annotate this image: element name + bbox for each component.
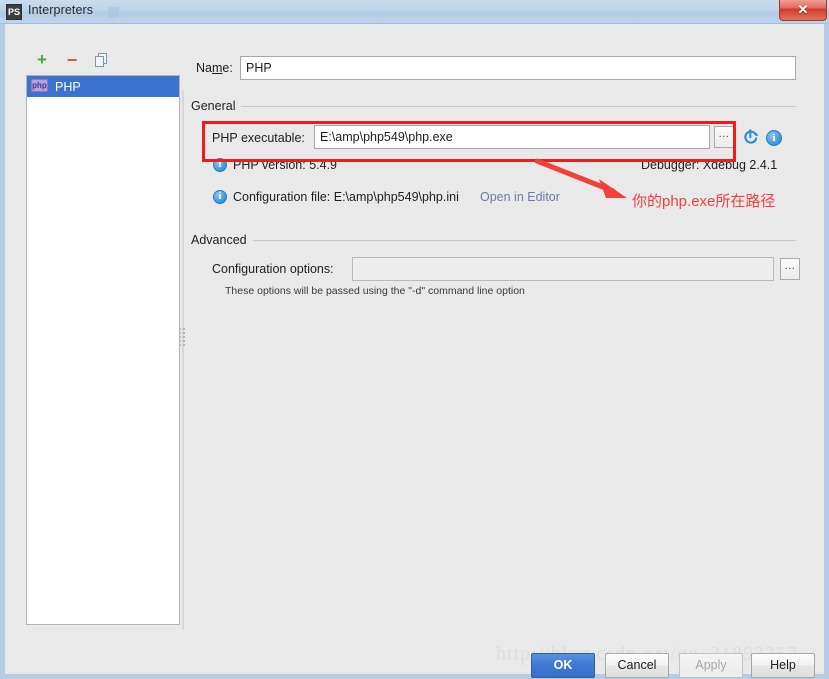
debugger-text: Debugger: Xdebug 2.4.1 [641,158,778,172]
advanced-section-title: Advanced [191,233,253,247]
close-icon[interactable]: ✕ [779,0,827,21]
advanced-section-rule [246,240,796,241]
configuration-options-input[interactable] [352,257,774,281]
help-button[interactable]: Help [751,653,815,678]
list-item-label: PHP [55,79,81,94]
splitter-grip[interactable] [179,328,187,350]
name-input[interactable]: PHP [240,56,796,80]
apply-button: Apply [679,653,743,678]
interpreters-dialog: PS Interpreters ✕ + − PHP php Name: PHP … [0,0,829,679]
interpreters-list[interactable]: PHP [26,75,180,625]
configuration-options-label: Configuration options: [212,262,334,276]
remove-interpreter-button[interactable]: − [62,50,82,70]
php-icon: php [31,79,48,92]
list-toolbar: + − [30,50,170,72]
general-section-rule [240,106,796,107]
php-executable-browse-button[interactable]: ... [714,126,734,148]
refresh-icon[interactable] [742,129,759,151]
configuration-options-browse-button[interactable]: ... [780,258,800,280]
panel-splitter[interactable] [182,90,184,630]
open-in-editor-link[interactable]: Open in Editor [480,190,560,204]
configuration-options-hint: These options will be passed using the "… [225,285,525,297]
list-item[interactable]: PHP [27,76,179,97]
window-title: Interpreters [28,3,94,17]
annotation-note: 你的php.exe所在路径 [632,193,776,210]
php-executable-label: PHP executable: [212,131,305,145]
config-file-info-icon: i [213,190,227,204]
php-version-text: PHP version: 5.4.9 [233,158,337,172]
title-bar: PS Interpreters ✕ [0,0,829,24]
phpstorm-icon: PS [6,4,22,20]
php-executable-input[interactable]: E:\amp\php549\php.exe [314,125,710,149]
config-file-text: Configuration file: E:\amp\php549\php.in… [233,190,459,204]
cancel-button[interactable]: Cancel [605,653,669,678]
copy-interpreter-button[interactable] [92,50,112,70]
php-executable-info-icon[interactable]: i [766,130,782,146]
php-version-info-icon: i [213,158,227,172]
general-section-title: General [191,99,242,113]
title-decoration [108,7,119,18]
ok-button[interactable]: OK [531,653,595,678]
copy-icon [95,53,107,67]
name-label: Name: [196,61,233,75]
add-interpreter-button[interactable]: + [32,50,52,70]
